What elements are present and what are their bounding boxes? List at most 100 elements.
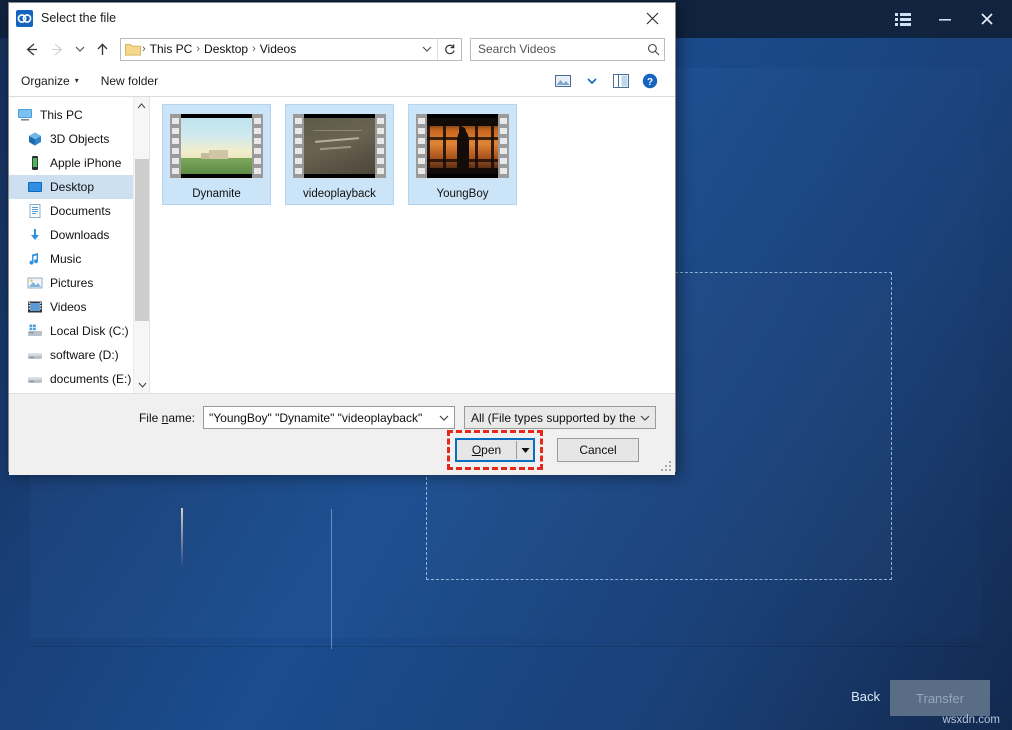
open-rest: pen — [481, 443, 501, 457]
refresh-icon[interactable] — [437, 39, 461, 60]
resize-grip[interactable] — [661, 461, 672, 472]
file-tile-youngboy[interactable]: YoungBoy — [409, 105, 516, 204]
dialog-titlebar: Select the file — [9, 3, 675, 33]
sidebar-item-label: Music — [50, 252, 81, 266]
film-perforations-right — [252, 114, 263, 178]
panel-divider — [331, 509, 332, 649]
sidebar-item-label: Pictures — [50, 276, 93, 290]
breadcrumb-videos[interactable]: Videos — [257, 42, 299, 56]
sidebar-item-pictures[interactable]: Pictures — [9, 271, 149, 295]
menu-icon[interactable] — [884, 4, 922, 34]
dialog-title: Select the file — [41, 11, 116, 25]
sidebar-item-desktop[interactable]: Desktop — [9, 175, 149, 199]
svg-text:?: ? — [647, 77, 653, 88]
this-pc-icon — [17, 107, 33, 123]
dialog-button-row: Open Cancel — [9, 429, 675, 462]
downloads-icon — [27, 227, 43, 243]
sidebar-item-software-d[interactable]: software (D:) — [9, 343, 149, 367]
transfer-button[interactable]: Transfer — [890, 680, 990, 716]
sidebar-item-documents-e[interactable]: documents (E:) — [9, 367, 149, 391]
address-chevron-down-icon[interactable] — [417, 45, 437, 53]
scroll-up-icon[interactable] — [134, 97, 149, 114]
videos-icon — [27, 299, 43, 315]
pictures-icon — [27, 275, 43, 291]
file-tile-videoplayback[interactable]: videoplayback — [286, 105, 393, 204]
cancel-button[interactable]: Cancel — [557, 438, 639, 462]
sidebar-item-label: Local Disk (C:) — [50, 324, 129, 338]
file-tile-dynamite[interactable]: Dynamite — [163, 105, 270, 204]
sidebar-item-3d-objects[interactable]: 3D Objects — [9, 127, 149, 151]
minimize-button[interactable] — [926, 4, 964, 34]
3d-objects-icon — [27, 131, 43, 147]
film-strip-icon — [416, 114, 509, 178]
open-button[interactable]: Open — [455, 438, 535, 462]
back-button[interactable]: Back — [851, 689, 880, 704]
sidebar-item-label: documents (E:) — [50, 372, 131, 386]
help-icon[interactable]: ? — [637, 69, 663, 93]
dialog-close-icon[interactable] — [630, 3, 675, 33]
file-name-label-static: File name: — [9, 411, 203, 425]
sidebar-item-local-disk-c[interactable]: Local Disk (C:) — [9, 319, 149, 343]
film-strip-icon — [170, 114, 263, 178]
file-type-combobox[interactable]: All (File types supported by the — [464, 406, 656, 429]
sidebar-scrollbar[interactable] — [133, 97, 149, 393]
breadcrumb-this-pc[interactable]: This PC — [147, 42, 196, 56]
open-button-label: Open — [457, 443, 516, 457]
drive-icon — [27, 347, 43, 363]
dialog-content: This PC 3D Objects Apple iPhone — [9, 97, 675, 393]
new-folder-label: New folder — [101, 74, 158, 88]
close-button[interactable] — [968, 4, 1006, 34]
film-perforations-right — [498, 114, 509, 178]
film-perforations-left — [170, 114, 181, 178]
sidebar-item-label: Apple iPhone — [50, 156, 121, 170]
up-arrow-icon[interactable] — [90, 37, 114, 61]
sidebar-item-apple-iphone[interactable]: Apple iPhone — [9, 151, 149, 175]
file-type-value: All (File types supported by the — [471, 411, 635, 425]
file-name-label: videoplayback — [303, 188, 376, 200]
scroll-down-icon[interactable] — [134, 376, 150, 393]
file-type-chevron-down-icon[interactable] — [635, 414, 655, 422]
file-name-row: File name: All (File types supported by … — [9, 394, 675, 429]
sidebar-item-this-pc[interactable]: This PC — [9, 103, 149, 127]
file-list-pane[interactable]: Dynamite — [150, 97, 675, 393]
file-name-input[interactable] — [209, 411, 434, 425]
address-bar[interactable]: › This PC › Desktop › Videos — [120, 38, 462, 61]
scrollbar-thumb[interactable] — [135, 159, 149, 321]
thumbnail-frame — [427, 118, 498, 174]
preview-pane-icon[interactable] — [608, 69, 634, 93]
navigation-sidebar: This PC 3D Objects Apple iPhone — [9, 97, 149, 393]
open-dropdown-caret-icon[interactable] — [517, 447, 533, 454]
music-icon — [27, 251, 43, 267]
app-window-controls — [884, 0, 1006, 38]
folder-icon — [125, 42, 141, 56]
sidebar-item-label: Desktop — [50, 180, 94, 194]
sidebar-item-label: 3D Objects — [50, 132, 109, 146]
sidebar-item-downloads[interactable]: Downloads — [9, 223, 149, 247]
file-name-label: Dynamite — [192, 188, 241, 200]
sidebar-item-documents[interactable]: Documents — [9, 199, 149, 223]
search-box[interactable] — [470, 38, 665, 61]
organize-menu[interactable]: Organize ▾ — [21, 74, 79, 88]
command-bar-right: ? — [550, 69, 663, 93]
new-folder-button[interactable]: New folder — [101, 74, 158, 88]
breadcrumb-desktop[interactable]: Desktop — [201, 42, 251, 56]
file-name-combobox[interactable] — [203, 406, 455, 429]
film-perforations-left — [293, 114, 304, 178]
select-file-dialog: Select the file › — [8, 2, 676, 472]
view-chevron-down-icon[interactable] — [579, 69, 605, 93]
sidebar-item-music[interactable]: Music — [9, 247, 149, 271]
sidebar-item-videos[interactable]: Videos — [9, 295, 149, 319]
file-tiles: Dynamite — [156, 105, 669, 204]
fn-pre: File — [139, 411, 162, 425]
thumbnail — [292, 108, 388, 184]
organize-label: Organize — [21, 74, 70, 88]
drive-icon — [27, 371, 43, 387]
back-arrow-icon[interactable] — [19, 37, 43, 61]
file-name-chevron-down-icon[interactable] — [434, 414, 454, 422]
thumbnail-frame — [181, 118, 252, 174]
sidebar-item-label: This PC — [40, 108, 83, 122]
recent-locations-chevron-down-icon[interactable] — [71, 37, 88, 61]
view-options-icon[interactable] — [550, 69, 576, 93]
film-perforations-left — [416, 114, 427, 178]
search-input[interactable] — [478, 42, 642, 56]
